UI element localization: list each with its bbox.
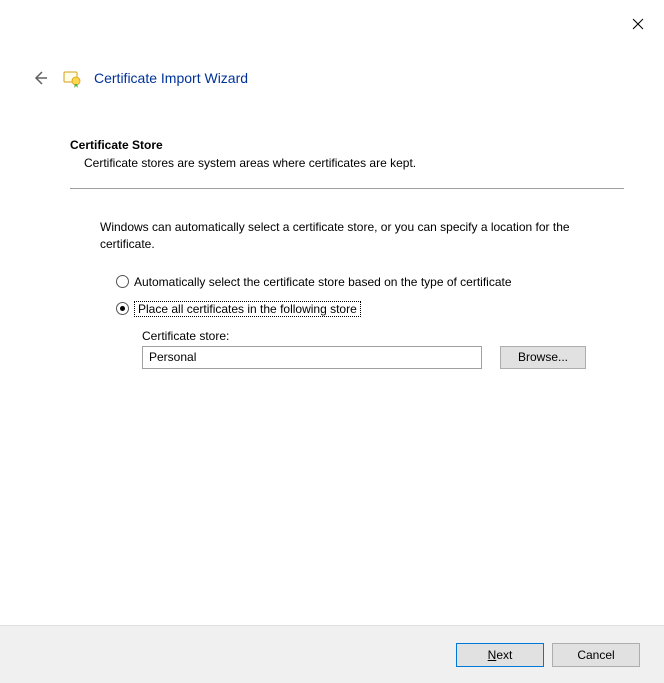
certificate-wizard-icon — [62, 68, 82, 88]
store-input[interactable] — [142, 346, 482, 369]
radio-place-input[interactable] — [116, 302, 129, 315]
intro-text: Windows can automatically select a certi… — [100, 219, 604, 253]
radio-option-auto[interactable]: Automatically select the certificate sto… — [116, 275, 624, 289]
wizard-header: Certificate Import Wizard — [0, 40, 664, 88]
store-block: Certificate store: Browse... — [142, 329, 624, 369]
cancel-button[interactable]: Cancel — [552, 643, 640, 667]
radio-auto-label: Automatically select the certificate sto… — [134, 275, 512, 289]
wizard-window: Certificate Import Wizard Certificate St… — [0, 0, 664, 683]
back-button[interactable] — [30, 68, 50, 88]
wizard-title: Certificate Import Wizard — [94, 70, 248, 86]
radio-place-label: Place all certificates in the following … — [134, 301, 361, 317]
radio-group: Automatically select the certificate sto… — [116, 275, 624, 317]
divider — [70, 188, 624, 189]
close-button[interactable] — [624, 10, 652, 38]
back-arrow-icon — [32, 70, 48, 86]
radio-auto-input[interactable] — [116, 275, 129, 288]
wizard-content: Certificate Store Certificate stores are… — [0, 88, 664, 625]
close-icon — [632, 18, 644, 30]
next-button[interactable]: Next — [456, 643, 544, 667]
titlebar — [0, 0, 664, 40]
browse-button[interactable]: Browse... — [500, 346, 586, 369]
store-label: Certificate store: — [142, 329, 624, 343]
store-row: Browse... — [142, 346, 624, 369]
next-suffix: ext — [496, 648, 512, 662]
section-description: Certificate stores are system areas wher… — [84, 156, 624, 170]
radio-option-place[interactable]: Place all certificates in the following … — [116, 301, 624, 317]
section-title: Certificate Store — [70, 138, 624, 152]
wizard-footer: Next Cancel — [0, 625, 664, 683]
